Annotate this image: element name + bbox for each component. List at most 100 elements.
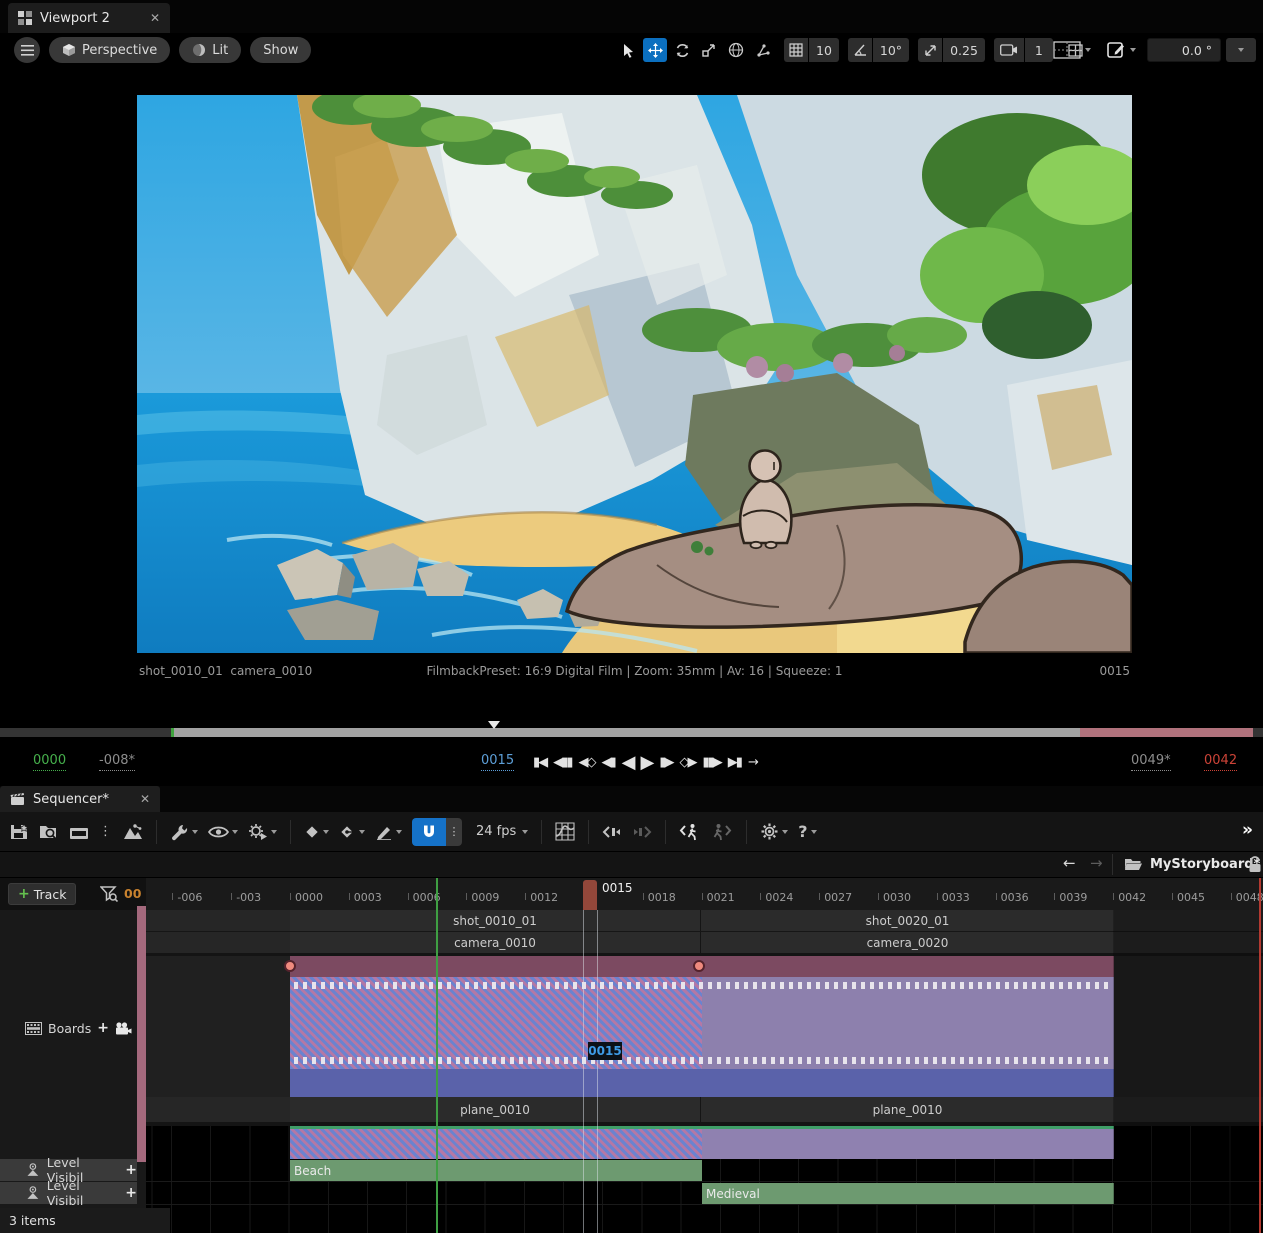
frame-forward-button[interactable]: ▮▮▶ (702, 755, 720, 770)
sequence-options-button[interactable]: ⋮ (99, 824, 112, 839)
frame-rate-dropdown[interactable]: 24 fps (476, 824, 528, 839)
keyframe-marker-0021[interactable] (693, 960, 705, 972)
keyframe-marker-0000[interactable] (284, 960, 296, 972)
grid-snap-value[interactable]: 10 (809, 38, 839, 62)
add-board-button[interactable]: + (97, 1020, 109, 1036)
rotation-snap-value[interactable]: 10° (873, 38, 909, 62)
perspective-button[interactable]: Perspective (49, 37, 170, 63)
tab-viewport-2[interactable]: Viewport 2 ✕ (8, 3, 170, 33)
board-clip-solid[interactable] (702, 977, 1114, 1069)
next-key-button[interactable]: ◇▶ (679, 755, 695, 770)
viewport-rotation-field[interactable]: 0.0 ° (1147, 38, 1221, 62)
snapping-options-button[interactable]: ⋮ (446, 818, 462, 846)
move-tool-button[interactable] (643, 38, 667, 62)
tab-sequencer[interactable]: Sequencer* ✕ (0, 786, 160, 812)
edit-options-button[interactable] (375, 824, 402, 840)
scrubber-filled-range[interactable] (172, 728, 1080, 737)
surface-snapping-button[interactable] (751, 38, 775, 62)
save-sequence-button[interactable] (10, 823, 29, 841)
next-shot-button[interactable] (632, 825, 652, 839)
work-out-field[interactable]: 0042 (1204, 753, 1237, 771)
auto-key-button[interactable] (339, 824, 365, 840)
range-end-field[interactable]: 0049* (1131, 753, 1171, 771)
scale-snap-value[interactable]: 0.25 (943, 38, 985, 62)
shot-clip-1[interactable]: shot_0010_01 (290, 910, 701, 931)
history-forward-button[interactable]: → (1090, 854, 1103, 872)
add-level-button[interactable]: + (125, 1185, 137, 1201)
jump-to-start-button[interactable]: ▮◀ (533, 755, 546, 770)
previous-shot-button[interactable] (602, 825, 622, 839)
viewport-3d-scene[interactable] (137, 95, 1132, 653)
help-button[interactable]: ? (798, 822, 816, 841)
add-track-button[interactable]: + Track (8, 883, 76, 905)
level-bar-beach[interactable]: Beach (290, 1160, 702, 1181)
snapping-toggle-button[interactable] (412, 818, 446, 846)
sequencer-settings-button[interactable] (760, 822, 788, 841)
rotation-dropdown-button[interactable] (1226, 38, 1256, 62)
lock-icon[interactable] (1248, 856, 1262, 873)
grid-snap-button[interactable] (784, 38, 808, 62)
previous-key-button[interactable]: ◀◇ (578, 755, 594, 770)
close-icon[interactable]: ✕ (150, 11, 160, 25)
outliner-row-level-visibility-2[interactable]: Level Visibil + (0, 1182, 137, 1204)
toolbar-expand-button[interactable]: » (1242, 820, 1253, 840)
breadcrumb-sequence-name[interactable]: MyStoryboard* (1150, 857, 1260, 872)
board-clip-hatched[interactable] (290, 977, 702, 1069)
close-icon[interactable]: ✕ (140, 792, 150, 806)
lit-button[interactable]: Lit (179, 37, 241, 63)
show-button[interactable]: Show (250, 37, 311, 63)
shot-clip-2[interactable]: shot_0020_01 (701, 910, 1114, 931)
level-bar-medieval[interactable]: Medieval (702, 1183, 1114, 1204)
playback-range-end-line[interactable] (1259, 878, 1261, 1233)
view-options-button[interactable] (208, 825, 238, 839)
rotate-tool-button[interactable] (670, 38, 694, 62)
playback-mode-button[interactable]: → (748, 755, 757, 770)
current-frame-field[interactable]: 0015 (481, 753, 514, 771)
browse-sequences-button[interactable] (39, 823, 59, 841)
scale-tool-button[interactable] (697, 38, 721, 62)
edit-overlay-button[interactable] (1100, 38, 1142, 62)
range-start-field[interactable]: 0000 (33, 753, 66, 771)
board-sub-clip[interactable] (290, 1069, 1114, 1097)
camera-cut-strip[interactable] (290, 956, 1114, 977)
camera-clip-1[interactable]: camera_0010 (290, 932, 701, 953)
step-back-button[interactable]: ◀▮ (601, 755, 614, 770)
playback-range-start-line[interactable] (436, 878, 438, 1233)
walk-previous-button[interactable] (679, 823, 701, 841)
curve-editor-button[interactable] (555, 822, 575, 841)
walk-next-button[interactable] (711, 823, 733, 841)
preview-grid-button[interactable] (1049, 38, 1095, 62)
scrubber-playhead[interactable] (488, 721, 500, 729)
step-forward-button[interactable]: ▮▶ (659, 755, 672, 770)
level-clip-hatched[interactable] (290, 1129, 702, 1159)
camera-clip-2[interactable]: camera_0020 (701, 932, 1114, 953)
level-clip-solid[interactable] (702, 1129, 1114, 1159)
filter-search-icon[interactable] (100, 886, 118, 902)
outliner-track-divider[interactable] (137, 906, 146, 1162)
add-level-button[interactable]: + (125, 1162, 137, 1178)
create-sequence-button[interactable] (69, 823, 89, 840)
playback-options-button[interactable] (248, 823, 277, 841)
plane-clip-2[interactable]: plane_0010 (701, 1097, 1114, 1122)
timeline-scrubber[interactable] (0, 728, 1263, 737)
scale-snap-button[interactable] (918, 38, 942, 62)
reverse-play-button[interactable]: ◀ (622, 752, 634, 773)
history-back-button[interactable]: ← (1063, 854, 1076, 872)
sequencer-playhead[interactable] (583, 880, 597, 910)
world-space-button[interactable] (724, 38, 748, 62)
jump-to-end-button[interactable]: ▶▮ (728, 755, 741, 770)
render-movie-button[interactable] (122, 823, 143, 841)
rotation-snap-button[interactable] (848, 38, 872, 62)
scrubber-out-range[interactable] (1080, 728, 1253, 737)
frame-back-button[interactable]: ◀▮▮ (553, 755, 571, 770)
movie-camera-icon[interactable] (115, 1022, 132, 1035)
select-tool-button[interactable] (616, 38, 640, 62)
play-button[interactable]: ▶ (640, 752, 652, 773)
timeline-ruler[interactable]: -006-00300000003000600090012001800210024… (146, 878, 1263, 910)
tools-menu-button[interactable] (170, 823, 198, 841)
keyframe-options-button[interactable] (304, 824, 329, 840)
work-in-field[interactable]: -008* (99, 753, 135, 771)
viewport-menu-button[interactable] (14, 37, 40, 63)
plane-clip-1[interactable]: plane_0010 (290, 1097, 701, 1122)
camera-speed-button[interactable] (994, 38, 1024, 62)
